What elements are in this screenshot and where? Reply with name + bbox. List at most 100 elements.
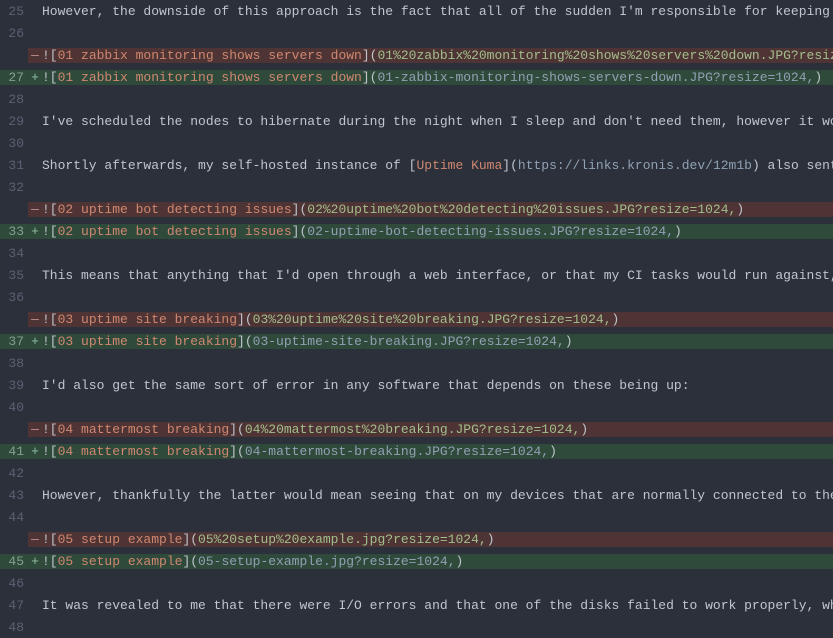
line-content[interactable]: ![02 uptime bot detecting issues](02%20u… bbox=[42, 202, 833, 217]
line-content[interactable]: ![05 setup example](05%20setup%20example… bbox=[42, 532, 833, 547]
code-segment: ) bbox=[456, 554, 464, 569]
code-segment: ]( bbox=[362, 48, 378, 63]
line-content[interactable]: ![01 zabbix monitoring shows servers dow… bbox=[42, 70, 833, 85]
code-segment: ]( bbox=[182, 532, 198, 547]
line-number: 41 bbox=[0, 444, 28, 459]
code-line[interactable]: —![05 setup example](05%20setup%20exampl… bbox=[0, 528, 833, 550]
line-content[interactable]: Shortly afterwards, my self-hosted insta… bbox=[42, 158, 833, 173]
diff-marker bbox=[28, 158, 42, 173]
code-line[interactable]: 40 bbox=[0, 396, 833, 418]
code-line[interactable]: 38 bbox=[0, 352, 833, 374]
code-segment: ) bbox=[736, 202, 744, 217]
diff-marker bbox=[28, 180, 42, 195]
code-segment: ) bbox=[674, 224, 682, 239]
diff-marker bbox=[28, 488, 42, 503]
code-segment: ]( bbox=[229, 422, 245, 437]
line-number: 35 bbox=[0, 268, 28, 283]
line-content[interactable]: ![02 uptime bot detecting issues](02-upt… bbox=[42, 224, 833, 239]
diff-marker bbox=[28, 114, 42, 129]
line-number: 40 bbox=[0, 400, 28, 415]
code-line[interactable]: 42 bbox=[0, 462, 833, 484]
code-segment: ]( bbox=[182, 554, 198, 569]
line-number: 48 bbox=[0, 620, 28, 635]
line-number: 43 bbox=[0, 488, 28, 503]
code-line[interactable]: 36 bbox=[0, 286, 833, 308]
code-segment: ![ bbox=[42, 444, 58, 459]
code-line[interactable]: 45+![05 setup example](05-setup-example.… bbox=[0, 550, 833, 572]
code-segment: ]( bbox=[229, 444, 245, 459]
line-content[interactable]: ![03 uptime site breaking](03%20uptime%2… bbox=[42, 312, 833, 327]
line-number: 28 bbox=[0, 92, 28, 107]
code-line[interactable]: 44 bbox=[0, 506, 833, 528]
line-content[interactable]: I've scheduled the nodes to hibernate du… bbox=[42, 114, 833, 129]
code-segment: Shortly afterwards, my self-hosted insta… bbox=[42, 158, 416, 173]
code-segment: ]( bbox=[502, 158, 518, 173]
code-line[interactable]: 41+![04 mattermost breaking](04-mattermo… bbox=[0, 440, 833, 462]
line-number: 39 bbox=[0, 378, 28, 393]
code-line[interactable]: 28 bbox=[0, 88, 833, 110]
code-line[interactable]: —![04 mattermost breaking](04%20mattermo… bbox=[0, 418, 833, 440]
code-segment: 01 zabbix monitoring shows servers down bbox=[58, 48, 362, 63]
diff-marker: — bbox=[28, 48, 42, 63]
code-line[interactable]: 48 bbox=[0, 616, 833, 638]
code-segment: However, the downside of this approach i… bbox=[42, 4, 833, 19]
code-segment: ) bbox=[549, 444, 557, 459]
code-line[interactable]: 37+![03 uptime site breaking](03-uptime-… bbox=[0, 330, 833, 352]
code-line[interactable]: —![03 uptime site breaking](03%20uptime%… bbox=[0, 308, 833, 330]
diff-marker bbox=[28, 378, 42, 393]
code-segment: ![ bbox=[42, 334, 58, 349]
code-segment: 02%20uptime%20bot%20detecting%20issues.J… bbox=[307, 202, 736, 217]
code-segment: ]( bbox=[362, 70, 378, 85]
code-segment: 05-setup-example.jpg?resize=1024, bbox=[198, 554, 455, 569]
code-segment: ) bbox=[814, 70, 822, 85]
code-segment: ) bbox=[612, 312, 620, 327]
code-segment: 04 mattermost breaking bbox=[58, 422, 230, 437]
code-segment: ![ bbox=[42, 202, 58, 217]
code-segment: https://links.kronis.dev/12m1b bbox=[518, 158, 752, 173]
code-segment: 05%20setup%20example.jpg?resize=1024, bbox=[198, 532, 487, 547]
line-content[interactable]: ![05 setup example](05-setup-example.jpg… bbox=[42, 554, 833, 569]
code-line[interactable]: 39 I'd also get the same sort of error i… bbox=[0, 374, 833, 396]
diff-marker: + bbox=[28, 70, 42, 85]
code-line[interactable]: —![02 uptime bot detecting issues](02%20… bbox=[0, 198, 833, 220]
code-line[interactable]: 43 However, thankfully the latter would … bbox=[0, 484, 833, 506]
code-line[interactable]: 31 Shortly afterwards, my self-hosted in… bbox=[0, 154, 833, 176]
line-number: 36 bbox=[0, 290, 28, 305]
code-segment: I'd also get the same sort of error in a… bbox=[42, 378, 690, 393]
code-segment: 02-uptime-bot-detecting-issues.JPG?resiz… bbox=[307, 224, 674, 239]
code-line[interactable]: —![01 zabbix monitoring shows servers do… bbox=[0, 44, 833, 66]
code-segment: ![ bbox=[42, 532, 58, 547]
code-segment: ) also sent me a warning to my c bbox=[752, 158, 833, 173]
code-line[interactable]: 30 bbox=[0, 132, 833, 154]
code-line[interactable]: 29 I've scheduled the nodes to hibernate… bbox=[0, 110, 833, 132]
line-content[interactable]: ![04 mattermost breaking](04%20mattermos… bbox=[42, 422, 833, 437]
line-number: 25 bbox=[0, 4, 28, 19]
line-content[interactable]: However, thankfully the latter would mea… bbox=[42, 488, 833, 503]
code-segment: Uptime Kuma bbox=[416, 158, 502, 173]
line-content[interactable]: ![01 zabbix monitoring shows servers dow… bbox=[42, 48, 833, 63]
code-line[interactable]: 34 bbox=[0, 242, 833, 264]
code-line[interactable]: 35 This means that anything that I'd ope… bbox=[0, 264, 833, 286]
code-line[interactable]: 33+![02 uptime bot detecting issues](02-… bbox=[0, 220, 833, 242]
diff-marker bbox=[28, 356, 42, 371]
code-line[interactable]: 47 It was revealed to me that there were… bbox=[0, 594, 833, 616]
line-content[interactable]: ![03 uptime site breaking](03-uptime-sit… bbox=[42, 334, 833, 349]
line-content[interactable]: ![04 mattermost breaking](04-mattermost-… bbox=[42, 444, 833, 459]
line-content[interactable]: It was revealed to me that there were I/… bbox=[42, 598, 833, 613]
code-line[interactable]: 27+![01 zabbix monitoring shows servers … bbox=[0, 66, 833, 88]
line-content[interactable]: However, the downside of this approach i… bbox=[42, 4, 833, 19]
code-line[interactable]: 46 bbox=[0, 572, 833, 594]
code-segment: 01%20zabbix%20monitoring%20shows%20serve… bbox=[377, 48, 833, 63]
code-line[interactable]: 25 However, the downside of this approac… bbox=[0, 0, 833, 22]
code-line[interactable]: 32 bbox=[0, 176, 833, 198]
code-segment: 04 mattermost breaking bbox=[58, 444, 230, 459]
code-segment: ) bbox=[565, 334, 573, 349]
code-segment: ]( bbox=[292, 202, 308, 217]
code-line[interactable]: 26 bbox=[0, 22, 833, 44]
diff-marker: + bbox=[28, 444, 42, 459]
diff-marker bbox=[28, 400, 42, 415]
line-content[interactable]: This means that anything that I'd open t… bbox=[42, 268, 833, 283]
code-segment: I've scheduled the nodes to hibernate du… bbox=[42, 114, 833, 129]
diff-editor[interactable]: 25 However, the downside of this approac… bbox=[0, 0, 833, 638]
line-content[interactable]: I'd also get the same sort of error in a… bbox=[42, 378, 833, 393]
